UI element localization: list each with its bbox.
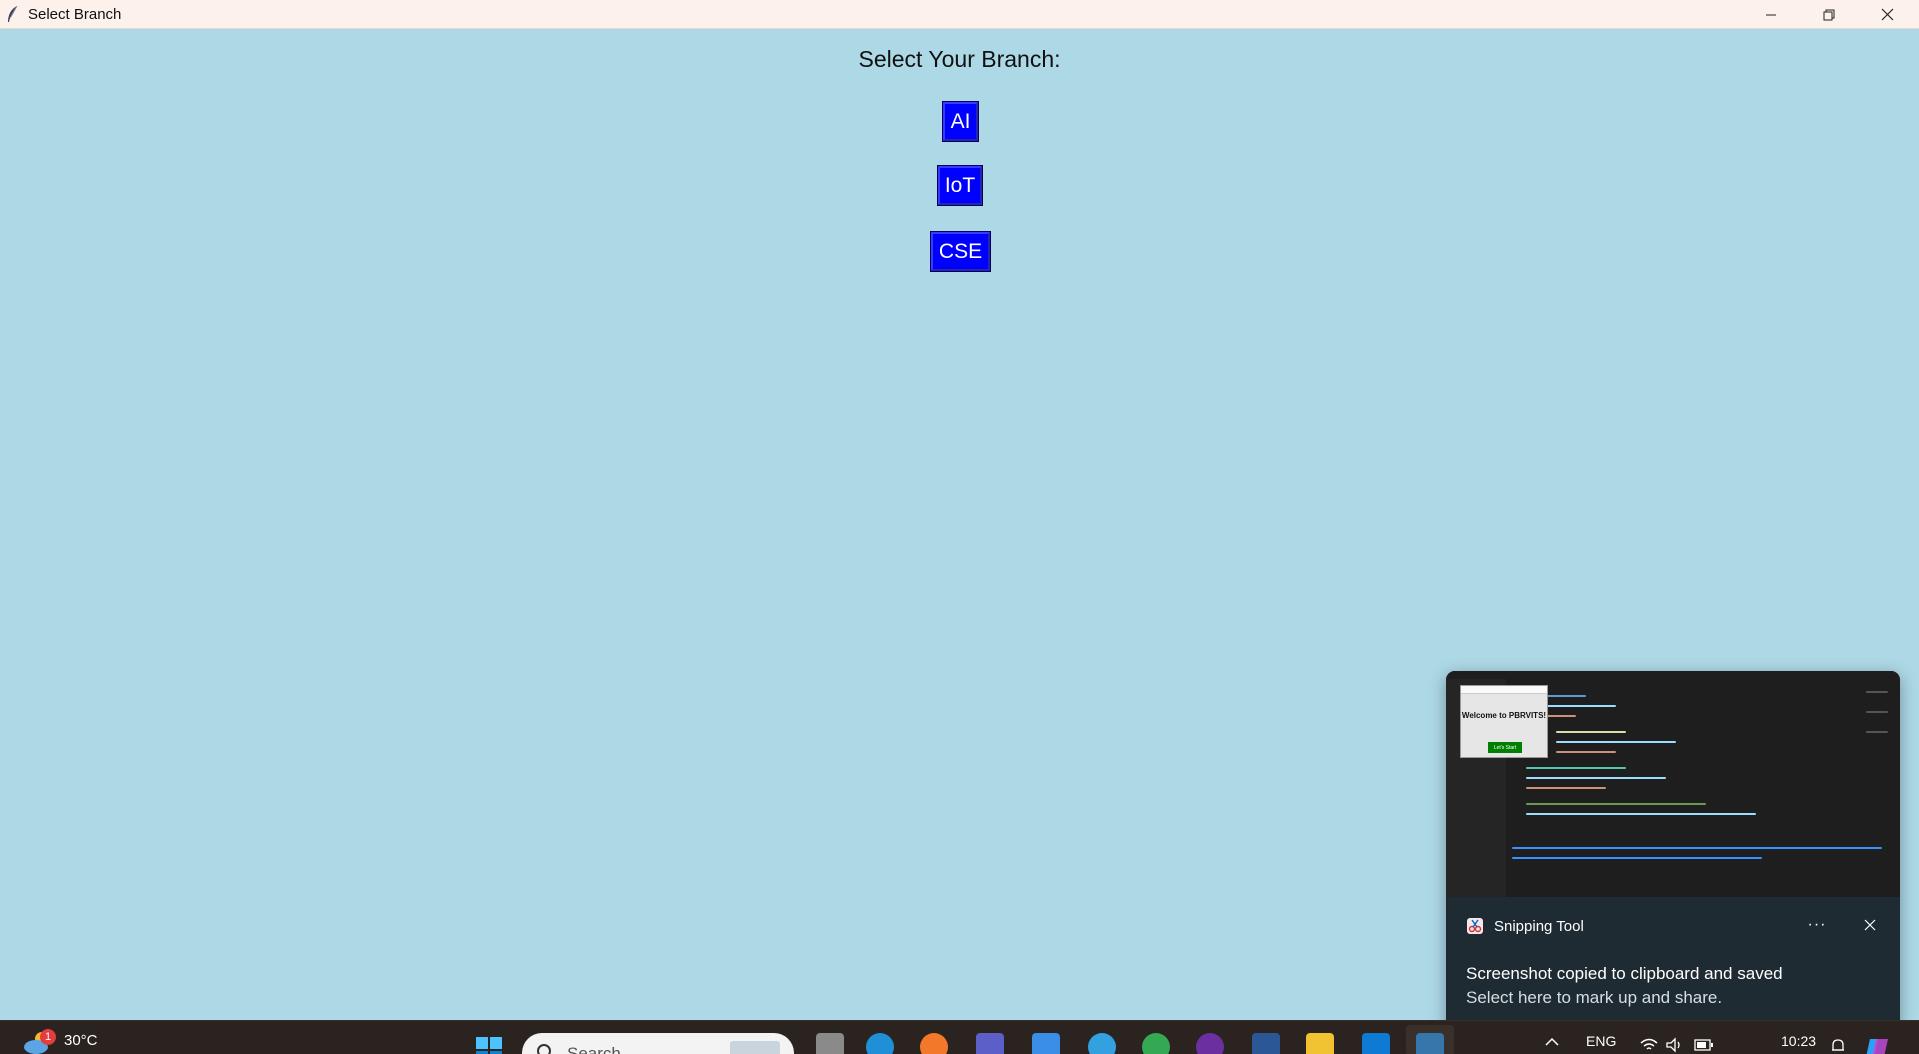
edge-icon[interactable] <box>866 1033 894 1054</box>
minimap-line <box>1866 711 1888 713</box>
tk-feather-icon <box>8 5 18 22</box>
code-line <box>1556 731 1626 733</box>
weather-temperature[interactable]: 30°C <box>64 1032 98 1049</box>
restore-button[interactable] <box>1800 0 1858 29</box>
screenshot-thumbnail: Welcome to PBRVITS! Let's Start <box>1446 671 1900 897</box>
thumbnail-dialog-titlebar <box>1461 686 1547 694</box>
close-icon <box>1864 919 1876 931</box>
code-line <box>1526 803 1706 805</box>
search-placeholder: Search <box>567 1044 621 1054</box>
code-line <box>1526 813 1756 815</box>
word-icon[interactable] <box>1252 1033 1280 1054</box>
battery-icon[interactable] <box>1694 1039 1714 1051</box>
taskbar: 1 30°C Search ENG 10:23 <box>0 1020 1919 1054</box>
notification-bell-icon[interactable] <box>1829 1037 1847 1054</box>
minimize-icon <box>1766 14 1776 15</box>
snipping-tool-icon <box>1467 918 1483 934</box>
code-line <box>1526 787 1606 789</box>
thumbnail-dialog-button: Let's Start <box>1488 742 1522 753</box>
vscode-icon[interactable] <box>1362 1033 1390 1054</box>
code-line <box>1526 777 1666 779</box>
file-explorer-icon[interactable] <box>1306 1033 1334 1054</box>
volume-icon[interactable] <box>1665 1037 1685 1053</box>
python-icon[interactable] <box>1416 1033 1444 1054</box>
clock-time[interactable]: 10:23 <box>1781 1033 1816 1049</box>
branch-iot-button[interactable]: IoT <box>938 166 982 205</box>
teams-icon[interactable] <box>976 1033 1004 1054</box>
thumbnail-dialog-text: Welcome to PBRVITS! <box>1461 711 1547 720</box>
weather-badge: 1 <box>40 1029 56 1045</box>
snipping-tool-notification[interactable]: Welcome to PBRVITS! Let's Start Snipping… <box>1446 671 1900 1033</box>
close-icon <box>1881 8 1893 21</box>
chevron-up-icon[interactable] <box>1544 1037 1560 1047</box>
notification-body: Select here to mark up and share. <box>1466 988 1723 1007</box>
obs-icon[interactable] <box>1196 1033 1224 1054</box>
taskbar-search-box[interactable]: Search <box>522 1033 794 1054</box>
terminal-line <box>1512 847 1882 849</box>
app-content: Select Your Branch: AI IoT CSE Welcome t… <box>0 30 1919 1033</box>
minimize-button[interactable] <box>1742 0 1800 29</box>
chrome-icon[interactable] <box>1142 1033 1170 1054</box>
copilot-icon[interactable] <box>1864 1035 1890 1054</box>
restore-icon <box>1823 9 1835 20</box>
store-icon[interactable] <box>1032 1033 1060 1054</box>
window-title: Select Branch <box>28 6 122 23</box>
minimap-line <box>1866 731 1888 733</box>
title-bar: Select Branch <box>0 0 1919 29</box>
language-indicator[interactable]: ENG <box>1586 1033 1616 1049</box>
search-icon <box>537 1044 551 1054</box>
firefox-icon[interactable] <box>920 1033 948 1054</box>
notification-app-name: Snipping Tool <box>1494 918 1584 935</box>
notification-title: Screenshot copied to clipboard and saved <box>1466 964 1783 983</box>
notification-close-button[interactable] <box>1856 911 1884 939</box>
task-view-icon[interactable] <box>816 1033 844 1054</box>
thumbnail-welcome-dialog: Welcome to PBRVITS! Let's Start <box>1460 685 1548 758</box>
paint-icon[interactable] <box>1088 1033 1116 1054</box>
code-line <box>1556 751 1616 753</box>
branch-cse-button[interactable]: CSE <box>931 232 990 271</box>
wifi-icon[interactable] <box>1639 1037 1659 1053</box>
close-button[interactable] <box>1858 0 1916 29</box>
code-line <box>1556 741 1676 743</box>
minimap-line <box>1866 691 1888 693</box>
windows-start-icon[interactable] <box>474 1035 504 1054</box>
branch-ai-button[interactable]: AI <box>943 102 978 141</box>
more-options-button[interactable]: ··· <box>1802 911 1832 939</box>
page-title: Select Your Branch: <box>858 46 1061 72</box>
terminal-line <box>1512 857 1762 859</box>
code-line <box>1526 767 1626 769</box>
search-highlight-image <box>730 1041 780 1054</box>
